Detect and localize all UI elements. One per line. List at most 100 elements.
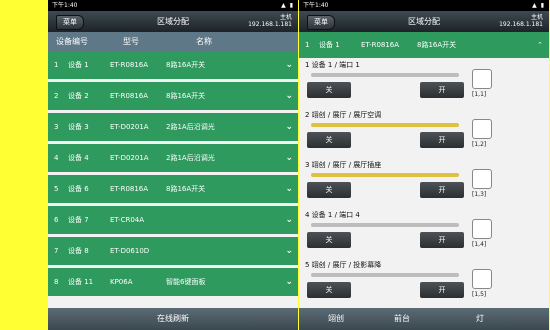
- channel-level-bar: [311, 173, 459, 177]
- channel-level-bar: [311, 223, 459, 227]
- on-button[interactable]: 开: [420, 82, 464, 98]
- status-icons: ▲ ▮: [281, 2, 294, 9]
- chevron-down-icon[interactable]: ⌄: [285, 144, 293, 172]
- device-model: KP06A: [110, 278, 133, 286]
- device-model: ET-R0816A: [110, 61, 149, 69]
- device-list-screen: 下午1:40 ▲ ▮ 区域分配 菜单 主机 192.168.1.181 设备编号…: [48, 0, 298, 330]
- group-num: 1: [305, 41, 310, 49]
- device-label: 设备 11: [68, 278, 94, 286]
- device-group-header[interactable]: 1 设备 1 ET-R0816A 8路16A开关 ⌃: [299, 32, 549, 58]
- channel-position: [1,1]: [472, 91, 487, 98]
- group-device: 设备 1: [319, 41, 340, 49]
- channel-item: 5 翊创 / 展厅 / 投影幕降关 开 [1,5]: [299, 258, 549, 308]
- device-num: 6: [54, 216, 59, 224]
- device-label: 设备 4: [68, 154, 89, 162]
- off-button[interactable]: 关: [307, 232, 351, 248]
- channel-detail-screen: 下午1:40 ▲ ▮ 区域分配 菜单 主机 192.168.1.181 1 设备…: [299, 0, 549, 330]
- chevron-down-icon[interactable]: ⌄: [285, 113, 293, 141]
- status-icons: ▲ ▮: [532, 2, 545, 9]
- device-num: 8: [54, 278, 59, 286]
- host-label: 主机: [279, 14, 292, 21]
- channel-checkbox[interactable]: [472, 69, 492, 89]
- tab-yichuang[interactable]: 翊创: [303, 308, 369, 330]
- chevron-down-icon[interactable]: ⌄: [285, 175, 293, 203]
- chevron-down-icon[interactable]: ⌄: [285, 206, 293, 234]
- device-num: 1: [54, 61, 59, 69]
- off-button[interactable]: 关: [307, 282, 351, 298]
- column-header-model: 型号: [123, 37, 139, 46]
- channel-checkbox[interactable]: [472, 269, 492, 289]
- device-label: 设备 1: [68, 61, 89, 69]
- device-label: 设备 8: [68, 247, 89, 255]
- device-model: ET-R0816A: [110, 185, 149, 193]
- table-row[interactable]: 2 设备 2 ET-R0816A 8路16A开关 ⌄: [48, 82, 298, 113]
- column-header-device: 设备编号: [56, 37, 88, 46]
- table-row[interactable]: 5 设备 6 ET-R0816A 8路16A开关 ⌄: [48, 175, 298, 206]
- device-model: ET-R0816A: [110, 92, 149, 100]
- channel-title: 2 翊创 / 展厅 / 展厅空调: [305, 111, 382, 119]
- channel-item: 4 设备 1 / 端口 4 关 开 [1,4]: [299, 208, 549, 258]
- device-name: 8路16A开关: [166, 61, 206, 69]
- device-label: 设备 7: [68, 216, 89, 224]
- chevron-up-icon[interactable]: ⌃: [537, 32, 543, 58]
- top-bar: 区域分配 菜单 主机 192.168.1.181: [48, 11, 298, 32]
- table-row[interactable]: 4 设备 4 ET-D0201A 2路1A后沿调光 ⌄: [48, 144, 298, 175]
- channel-position: [1,3]: [472, 191, 487, 198]
- online-refresh-button[interactable]: 在线刷新: [48, 308, 298, 330]
- channel-list: 1 设备 1 / 端口 1 关开 [1,1] 2 翊创 / 展厅 / 展厅空调关开 [1…: [299, 58, 549, 308]
- on-button[interactable]: 开: [420, 282, 464, 298]
- device-model: ET-CR04A: [110, 216, 145, 224]
- device-list: 1 设备 1 ET-R0816A 8路16A开关 ⌄ 2 设备 2 ET-R0816A 8路16…: [48, 51, 298, 299]
- channel-title: 3 翊创 / 展厅 / 展厅插座: [305, 161, 382, 169]
- top-bar: 区域分配 菜单 主机 192.168.1.181: [299, 11, 549, 32]
- channel-item: 1 设备 1 / 端口 1 关 开 [1,1]: [299, 58, 549, 108]
- chevron-down-icon[interactable]: ⌄: [285, 82, 293, 110]
- channel-title: 1 设备 1 / 端口 1: [305, 61, 360, 69]
- channel-checkbox[interactable]: [472, 219, 492, 239]
- off-button[interactable]: 关: [307, 82, 351, 98]
- column-header-name: 名称: [196, 37, 212, 46]
- device-name: 8路16A开关: [166, 92, 206, 100]
- group-name: 8路16A开关: [417, 41, 457, 49]
- on-button[interactable]: 开: [420, 132, 464, 148]
- channel-item: 3 翊创 / 展厅 / 展厅插座关 开 [1,3]: [299, 158, 549, 208]
- bottom-tab-bar: 翊创 前台 灯: [299, 308, 549, 330]
- status-bar: 下午1:40 ▲ ▮: [299, 0, 549, 11]
- device-num: 3: [54, 123, 59, 131]
- table-row[interactable]: 3 设备 3 ET-D0201A 2路1A后沿调光 ⌄: [48, 113, 298, 144]
- menu-button[interactable]: 菜单: [56, 15, 84, 30]
- on-button[interactable]: 开: [420, 232, 464, 248]
- device-num: 4: [54, 154, 59, 162]
- host-ip: 192.168.1.181: [499, 21, 543, 28]
- table-row[interactable]: 1 设备 1 ET-R0816A 8路16A开关 ⌄: [48, 51, 298, 82]
- host-info: 主机 192.168.1.181: [499, 14, 543, 28]
- chevron-down-icon[interactable]: ⌄: [285, 237, 293, 265]
- device-model: ET-D0201A: [110, 123, 149, 131]
- device-label: 设备 6: [68, 185, 89, 193]
- chevron-down-icon[interactable]: ⌄: [285, 268, 293, 296]
- device-name: 智能6键面板: [166, 278, 206, 286]
- channel-position: [1,5]: [472, 291, 487, 298]
- device-num: 5: [54, 185, 59, 193]
- table-header: 设备编号 型号 名称: [48, 32, 298, 51]
- tab-front-desk[interactable]: 前台: [369, 308, 435, 330]
- host-label: 主机: [530, 14, 543, 21]
- channel-checkbox[interactable]: [472, 169, 492, 189]
- device-label: 设备 3: [68, 123, 89, 131]
- on-button[interactable]: 开: [420, 182, 464, 198]
- channel-level-bar: [311, 73, 459, 77]
- device-num: 2: [54, 92, 59, 100]
- channel-level-bar: [311, 273, 459, 277]
- tab-lights[interactable]: 灯: [447, 308, 513, 330]
- table-row[interactable]: 7 设备 8 ET-D0610D ⌄: [48, 237, 298, 268]
- channel-checkbox[interactable]: [472, 119, 492, 139]
- channel-title: 4 设备 1 / 端口 4: [305, 211, 360, 219]
- table-row[interactable]: 8 设备 11 KP06A 智能6键面板 ⌄: [48, 268, 298, 299]
- menu-button[interactable]: 菜单: [307, 15, 335, 30]
- device-label: 设备 2: [68, 92, 89, 100]
- off-button[interactable]: 关: [307, 132, 351, 148]
- chevron-down-icon[interactable]: ⌄: [285, 51, 293, 79]
- table-row[interactable]: 6 设备 7 ET-CR04A ⌄: [48, 206, 298, 237]
- off-button[interactable]: 关: [307, 182, 351, 198]
- group-model: ET-R0816A: [361, 41, 400, 49]
